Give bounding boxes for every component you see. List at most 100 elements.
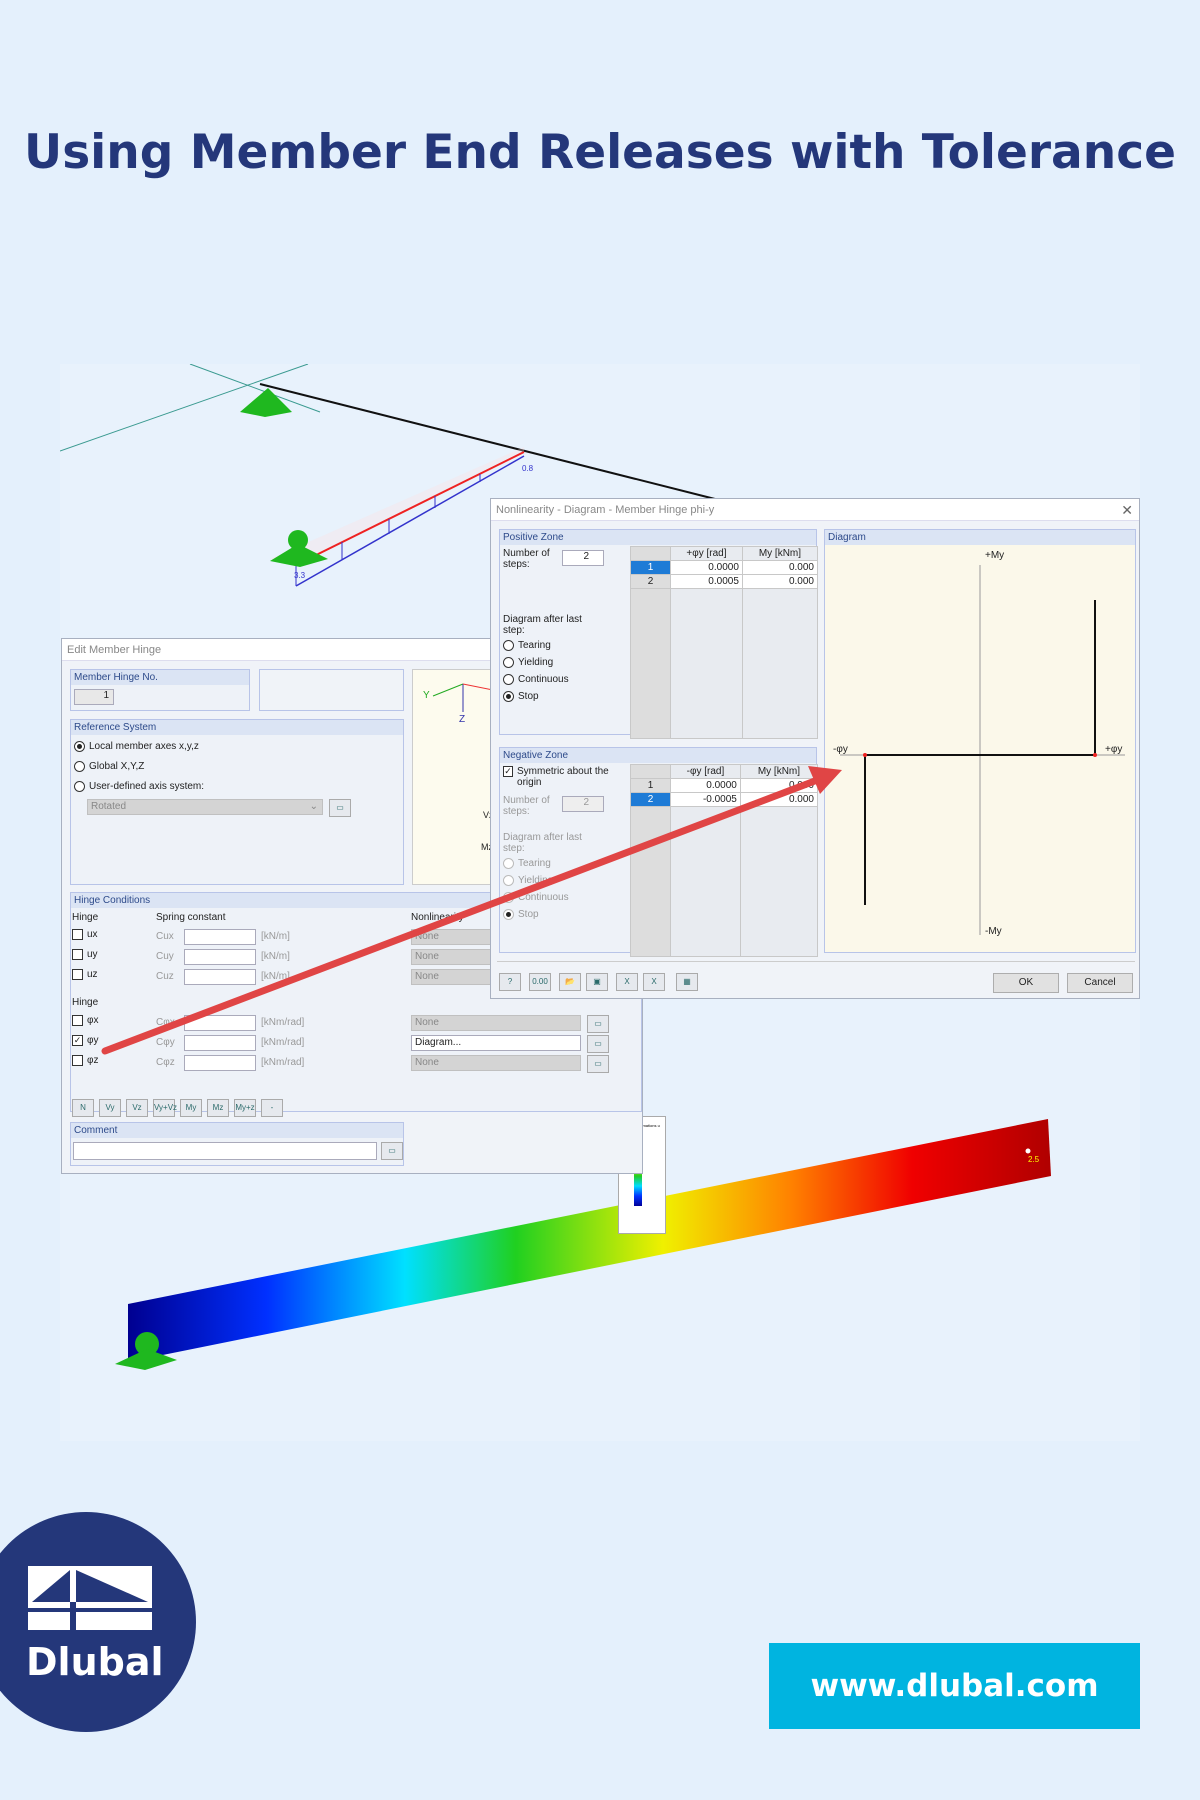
spring-input[interactable]	[184, 1035, 256, 1051]
nonlinearity-select[interactable]: None	[411, 1055, 581, 1071]
plus-m-label: +My	[985, 550, 1005, 561]
hinge-checkbox-1[interactable]: ✓ φy	[72, 1035, 98, 1046]
table-row: 1 0.0000 0.000	[630, 778, 819, 793]
spring-input[interactable]	[184, 1055, 256, 1071]
minus-m-label: -My	[985, 926, 1002, 937]
edit-nonlinearity-button[interactable]: ▭	[587, 1015, 609, 1033]
steps-label: Number of steps:	[503, 795, 550, 817]
spring-input[interactable]	[184, 929, 256, 945]
radio-yielding[interactable]: Yielding	[503, 657, 553, 668]
steps-spinner[interactable]: 2	[562, 550, 604, 566]
axis-z-label: Z	[459, 714, 466, 725]
save-icon[interactable]: ▣	[586, 973, 608, 991]
spring-label: Cux	[156, 931, 174, 942]
unit-label: [kNm/rad]	[261, 1057, 305, 1068]
table-row: 2 -0.0005 0.000	[630, 792, 819, 807]
spring-label: Cuy	[156, 951, 174, 962]
release-preset-button[interactable]: Vz	[126, 1099, 148, 1117]
radio-user-defined[interactable]: User-defined axis system:	[74, 781, 204, 792]
negative-table[interactable]: -φy [rad] My [kNm] 1 0.0000 0.000 2 -0.0005 0.0…	[630, 764, 819, 957]
load-value-start: 3.3	[294, 571, 306, 580]
table-row: 2 0.0005 0.000	[630, 574, 819, 589]
hinge-checkbox-0[interactable]: φx	[72, 1015, 98, 1026]
brand-name: Dlubal	[26, 1640, 164, 1684]
radio-tearing[interactable]: Tearing	[503, 640, 551, 651]
nonlinearity-dialog: Nonlinearity - Diagram - Member Hinge ph…	[490, 498, 1140, 999]
after-step-label: Diagram after last step:	[503, 614, 582, 636]
minus-phi-label: -φy	[833, 744, 848, 755]
blank-group	[259, 669, 404, 711]
ok-button[interactable]: OK	[993, 973, 1059, 993]
steps-spinner[interactable]: 2	[562, 796, 604, 812]
calculator-icon[interactable]: ▦	[676, 973, 698, 991]
edit-nonlinearity-button[interactable]: ▭	[587, 1055, 609, 1073]
nonlinearity-select[interactable]: None	[411, 1015, 581, 1031]
logo-mark	[28, 1566, 152, 1630]
spring-label: Cφx	[156, 1017, 175, 1028]
unit-label: [kNm/rad]	[261, 1017, 305, 1028]
negative-zone-group: Negative Zone ✓ Symmetric about the origi…	[499, 747, 819, 957]
release-preset-button[interactable]: -	[261, 1099, 283, 1117]
dlubal-logo: Dlubal	[0, 1512, 196, 1732]
spring-input[interactable]	[184, 969, 256, 985]
unit-label: [kN/m]	[261, 931, 290, 942]
comment-input[interactable]	[73, 1142, 377, 1160]
spring-input[interactable]	[184, 949, 256, 965]
excel-import-icon[interactable]: X	[643, 973, 665, 991]
help-icon[interactable]: ?	[499, 973, 521, 991]
hinge-checkbox-2[interactable]: φz	[72, 1055, 98, 1066]
after-step-label: Diagram after last step:	[503, 832, 582, 854]
comment-group: Comment ▭	[70, 1122, 404, 1166]
release-preset-button[interactable]: My	[180, 1099, 202, 1117]
radio-local-axes[interactable]: Local member axes x,y,z	[74, 741, 199, 752]
col-hinge: Hinge	[72, 912, 99, 923]
hinge-checkbox-1[interactable]: uy	[72, 949, 98, 960]
spring-input[interactable]	[184, 1015, 256, 1031]
excel-export-icon[interactable]: X	[616, 973, 638, 991]
radio-yielding[interactable]: Yielding	[503, 875, 553, 886]
radio-continuous[interactable]: Continuous	[503, 674, 569, 685]
hinge-checkbox-0[interactable]: ux	[72, 929, 98, 940]
unit-label: [kNm/rad]	[261, 1037, 305, 1048]
hinge-no-field[interactable]: 1	[74, 689, 114, 705]
axis-system-select[interactable]: Rotated ⌄	[87, 799, 323, 815]
screenshot-area: 3.3 0.8 2.5 Panel Global Deformations u …	[60, 364, 1140, 1441]
positive-table[interactable]: +φy [rad] My [kNm] 1 0.0000 0.000 2 0.0005 0.00…	[630, 546, 819, 739]
member-line	[259, 383, 716, 500]
col-nonlinearity: Nonlinearity	[411, 912, 464, 923]
radio-stop[interactable]: Stop	[503, 909, 539, 920]
spring-label: Cuz	[156, 971, 174, 982]
close-icon[interactable]: ✕	[1121, 502, 1133, 519]
hinge-checkbox-2[interactable]: uz	[72, 969, 98, 980]
dialog-title: Nonlinearity - Diagram - Member Hinge ph…	[491, 499, 1139, 521]
radio-continuous[interactable]: Continuous	[503, 892, 569, 903]
col-m: My [kNm]	[741, 546, 819, 561]
release-preset-button[interactable]: Mz	[207, 1099, 229, 1117]
radio-global-axes[interactable]: Global X,Y,Z	[74, 761, 144, 772]
edit-axis-button[interactable]: ▭	[329, 799, 351, 817]
plus-phi-label: +φy	[1105, 744, 1123, 755]
release-preset-button[interactable]: N	[72, 1099, 94, 1117]
nonlinearity-select[interactable]: Diagram...	[411, 1035, 581, 1051]
group-header: Comment	[71, 1123, 403, 1138]
edit-nonlinearity-button[interactable]: ▭	[587, 1035, 609, 1053]
open-folder-icon[interactable]: 📂	[559, 973, 581, 991]
release-preset-button[interactable]: My+z	[234, 1099, 256, 1117]
website-link[interactable]: www.dlubal.com	[769, 1643, 1140, 1729]
symmetric-checkbox[interactable]: ✓ Symmetric about the origin	[503, 766, 623, 788]
page-title: Using Member End Releases with Tolerance	[24, 125, 1176, 180]
spring-label: Cφy	[156, 1037, 175, 1048]
col-spring: Spring constant	[156, 912, 226, 923]
cancel-button[interactable]: Cancel	[1067, 973, 1133, 993]
decimals-icon[interactable]: 0.00	[529, 973, 551, 991]
group-header: Member Hinge No.	[71, 670, 249, 685]
diagram-group: Diagram +My -My +φy -φy	[824, 529, 1136, 953]
group-header: Negative Zone	[500, 748, 816, 763]
comment-library-button[interactable]: ▭	[381, 1142, 403, 1160]
radio-stop[interactable]: Stop	[503, 691, 539, 702]
radio-tearing[interactable]: Tearing	[503, 858, 551, 869]
release-preset-button[interactable]: Vy	[99, 1099, 121, 1117]
positive-zone-group: Positive Zone Number of steps: 2 Diagram…	[499, 529, 819, 739]
load-value-end: 0.8	[522, 464, 534, 473]
release-preset-button[interactable]: Vy+Vz	[153, 1099, 177, 1117]
